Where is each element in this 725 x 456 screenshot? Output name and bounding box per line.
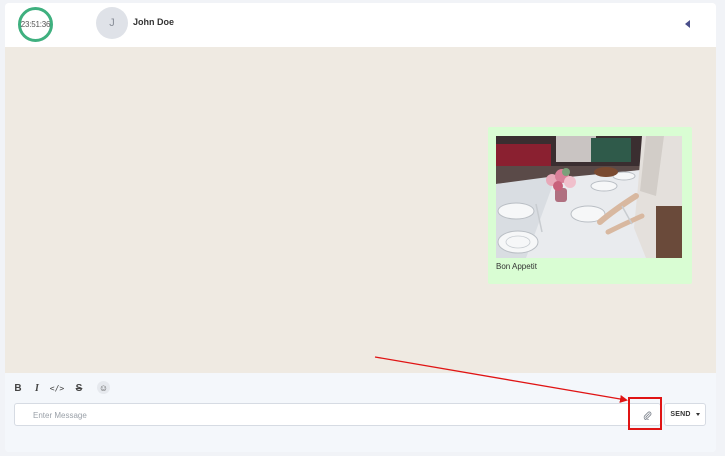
send-label: SEND	[670, 411, 691, 418]
message-image[interactable]	[496, 136, 682, 258]
avatar[interactable]: J	[96, 7, 128, 39]
session-timer: 23:51:36	[18, 7, 53, 42]
message-input[interactable]	[33, 408, 613, 422]
message-composer: B I </> S ☺ SEND	[5, 373, 716, 452]
italic-icon[interactable]: I	[31, 382, 43, 394]
avatar-initial: J	[109, 17, 115, 29]
contact-name[interactable]: John Doe	[133, 17, 174, 27]
table-photo-illustration	[496, 136, 682, 258]
message-caption: Bon Appetit	[496, 262, 537, 271]
strikethrough-icon[interactable]: S	[73, 382, 85, 394]
message-input-box	[14, 403, 661, 426]
smiley-icon[interactable]: ☺	[97, 381, 110, 394]
chat-window: 23:51:36 J John Doe Bon Appetit B I </> …	[5, 3, 716, 452]
timer-text: 23:51:36	[20, 20, 51, 29]
chevron-down-icon[interactable]	[695, 413, 700, 416]
message-bubble[interactable]: Bon Appetit	[488, 127, 692, 284]
annotation-highlight-box	[628, 397, 662, 430]
send-button[interactable]: SEND	[664, 403, 706, 426]
caret-left-icon[interactable]	[685, 20, 690, 28]
bold-icon[interactable]: B	[12, 382, 24, 394]
message-list: Bon Appetit	[5, 47, 716, 373]
code-icon[interactable]: </>	[50, 382, 64, 394]
chat-header: 23:51:36 J John Doe	[5, 3, 716, 47]
